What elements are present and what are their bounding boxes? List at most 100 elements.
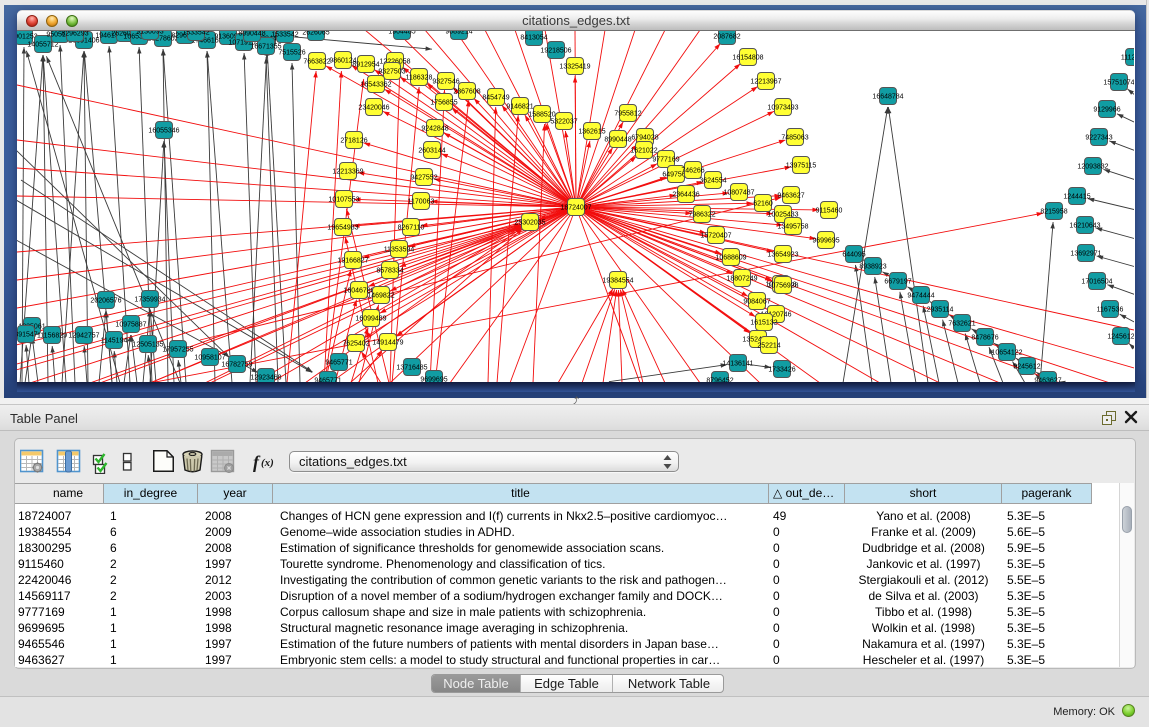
svg-text:6794028: 6794028 — [631, 135, 658, 142]
svg-text:9777169: 9777169 — [652, 157, 679, 164]
svg-text:10688609: 10688609 — [715, 255, 746, 262]
svg-text:5322037: 5322037 — [550, 119, 577, 126]
svg-text:252214: 252214 — [757, 343, 780, 350]
svg-text:391547: 391547 — [17, 332, 38, 339]
svg-text:17957255: 17957255 — [162, 347, 193, 354]
svg-text:644095: 644095 — [842, 252, 865, 259]
svg-text:2626065: 2626065 — [302, 31, 329, 37]
svg-text:18807249: 18807249 — [726, 276, 757, 283]
svg-text:17016504: 17016504 — [1081, 279, 1112, 286]
svg-text:13692971: 13692971 — [1070, 251, 1101, 258]
svg-text:1533542: 1533542 — [182, 31, 209, 37]
svg-text:2367608: 2367608 — [453, 89, 480, 96]
svg-text:1588520: 1588520 — [528, 112, 555, 119]
svg-text:20206576: 20206576 — [90, 298, 121, 305]
svg-text:16782759: 16782759 — [221, 362, 252, 369]
svg-text:16154808: 16154808 — [732, 55, 763, 62]
svg-text:9699695: 9699695 — [420, 377, 447, 383]
svg-text:9136093: 9136093 — [136, 31, 163, 36]
svg-text:7625402: 7625402 — [342, 341, 369, 348]
svg-text:1145194: 1145194 — [101, 338, 128, 345]
svg-text:9699695: 9699695 — [812, 238, 839, 245]
svg-text:1170063: 1170063 — [408, 199, 435, 206]
svg-text:f: f — [253, 452, 261, 472]
svg-text:6679197: 6679197 — [884, 279, 911, 286]
svg-text:15720407: 15720407 — [700, 233, 731, 240]
svg-text:7663822: 7663822 — [303, 59, 330, 66]
svg-text:13716485: 13716485 — [396, 365, 427, 372]
svg-text:9463627: 9463627 — [1034, 378, 1061, 383]
svg-text:13325419: 13325419 — [559, 64, 590, 71]
svg-text:19218506: 19218506 — [540, 48, 571, 55]
svg-text:7485063: 7485063 — [781, 135, 808, 142]
svg-text:8215958: 8215958 — [1040, 209, 1067, 216]
svg-text:9465771: 9465771 — [325, 360, 352, 367]
svg-text:10958107: 10958107 — [194, 355, 225, 362]
svg-text:1186328: 1186328 — [406, 75, 433, 82]
svg-text:16099489: 16099489 — [355, 316, 386, 323]
svg-text:19654983: 19654983 — [327, 225, 358, 232]
svg-text:12213967: 12213967 — [750, 79, 781, 86]
svg-text:1112543: 1112543 — [1121, 55, 1134, 62]
svg-text:9115460: 9115460 — [816, 208, 843, 215]
svg-text:2364436: 2364436 — [672, 192, 699, 199]
svg-text:16055346: 16055346 — [148, 128, 179, 135]
svg-text:19166827: 19166827 — [337, 258, 368, 265]
svg-text:1615132: 1615132 — [750, 320, 777, 327]
svg-text:7955812: 7955812 — [614, 111, 641, 118]
svg-text:9463627: 9463627 — [777, 193, 804, 200]
svg-text:7632621: 7632621 — [948, 321, 975, 328]
svg-text:9146821: 9146821 — [506, 104, 533, 111]
svg-text:8912954: 8912954 — [352, 62, 379, 69]
svg-text:10756928: 10756928 — [767, 283, 798, 290]
svg-text:9245612: 9245612 — [1013, 364, 1040, 371]
svg-text:12923468: 12923468 — [250, 375, 281, 382]
svg-text:1904485: 1904485 — [388, 31, 415, 36]
svg-text:12505135: 12505135 — [132, 342, 163, 349]
svg-text:7515526: 7515526 — [278, 50, 305, 57]
svg-text:12093832: 12093832 — [1077, 164, 1108, 171]
svg-text:12213369: 12213369 — [332, 169, 363, 176]
svg-text:25302035: 25302035 — [514, 220, 545, 227]
svg-text:19384554: 19384554 — [602, 278, 633, 285]
svg-text:1621022: 1621022 — [630, 148, 657, 155]
svg-text:8796452: 8796452 — [706, 378, 733, 383]
svg-text:13495758: 13495758 — [777, 224, 808, 231]
svg-text:8267110: 8267110 — [398, 225, 425, 232]
svg-text:9474444: 9474444 — [907, 293, 934, 300]
svg-text:8413054: 8413054 — [520, 35, 547, 42]
svg-text:3624554: 3624554 — [699, 178, 726, 185]
svg-text:8454749: 8454749 — [482, 95, 509, 102]
svg-text:1733426: 1733426 — [768, 367, 795, 374]
svg-text:16671355: 16671355 — [250, 44, 281, 51]
svg-text:8296293: 8296293 — [61, 31, 88, 38]
svg-text:7986322: 7986322 — [688, 212, 715, 219]
svg-text:9427552: 9427552 — [410, 175, 437, 182]
svg-text:8478676: 8478676 — [971, 335, 998, 342]
svg-text:9227343: 9227343 — [1085, 135, 1112, 142]
svg-text:16210643: 16210643 — [1069, 223, 1100, 230]
svg-text:13654923: 13654923 — [767, 252, 798, 259]
svg-text:10973493: 10973493 — [767, 105, 798, 112]
svg-text:2603144: 2603144 — [418, 148, 445, 155]
svg-text:18724007: 18724007 — [560, 205, 591, 212]
svg-text:9327503: 9327503 — [378, 69, 405, 76]
svg-text:1533542: 1533542 — [271, 32, 298, 39]
svg-text:8578334: 8578334 — [376, 268, 403, 275]
svg-text:23420046: 23420046 — [358, 105, 389, 112]
svg-text:2087682: 2087682 — [713, 34, 740, 41]
svg-text:9089214: 9089214 — [445, 31, 472, 36]
svg-text:9327546: 9327546 — [432, 79, 459, 86]
svg-text:17359934: 17359934 — [134, 297, 165, 304]
svg-text:16648784: 16648784 — [872, 94, 903, 101]
svg-text:1362615: 1362615 — [578, 129, 605, 136]
svg-text:(x): (x) — [261, 457, 274, 469]
svg-text:9084067: 9084067 — [743, 299, 770, 306]
svg-text:1245612: 1245612 — [1107, 334, 1134, 341]
svg-text:8990448: 8990448 — [238, 31, 265, 38]
svg-text:10975887: 10975887 — [115, 322, 146, 329]
svg-text:9465771: 9465771 — [314, 378, 341, 383]
svg-text:10654122: 10654122 — [991, 350, 1022, 357]
svg-text:15751074: 15751074 — [1103, 80, 1134, 87]
svg-text:12942757: 12942757 — [68, 333, 99, 340]
